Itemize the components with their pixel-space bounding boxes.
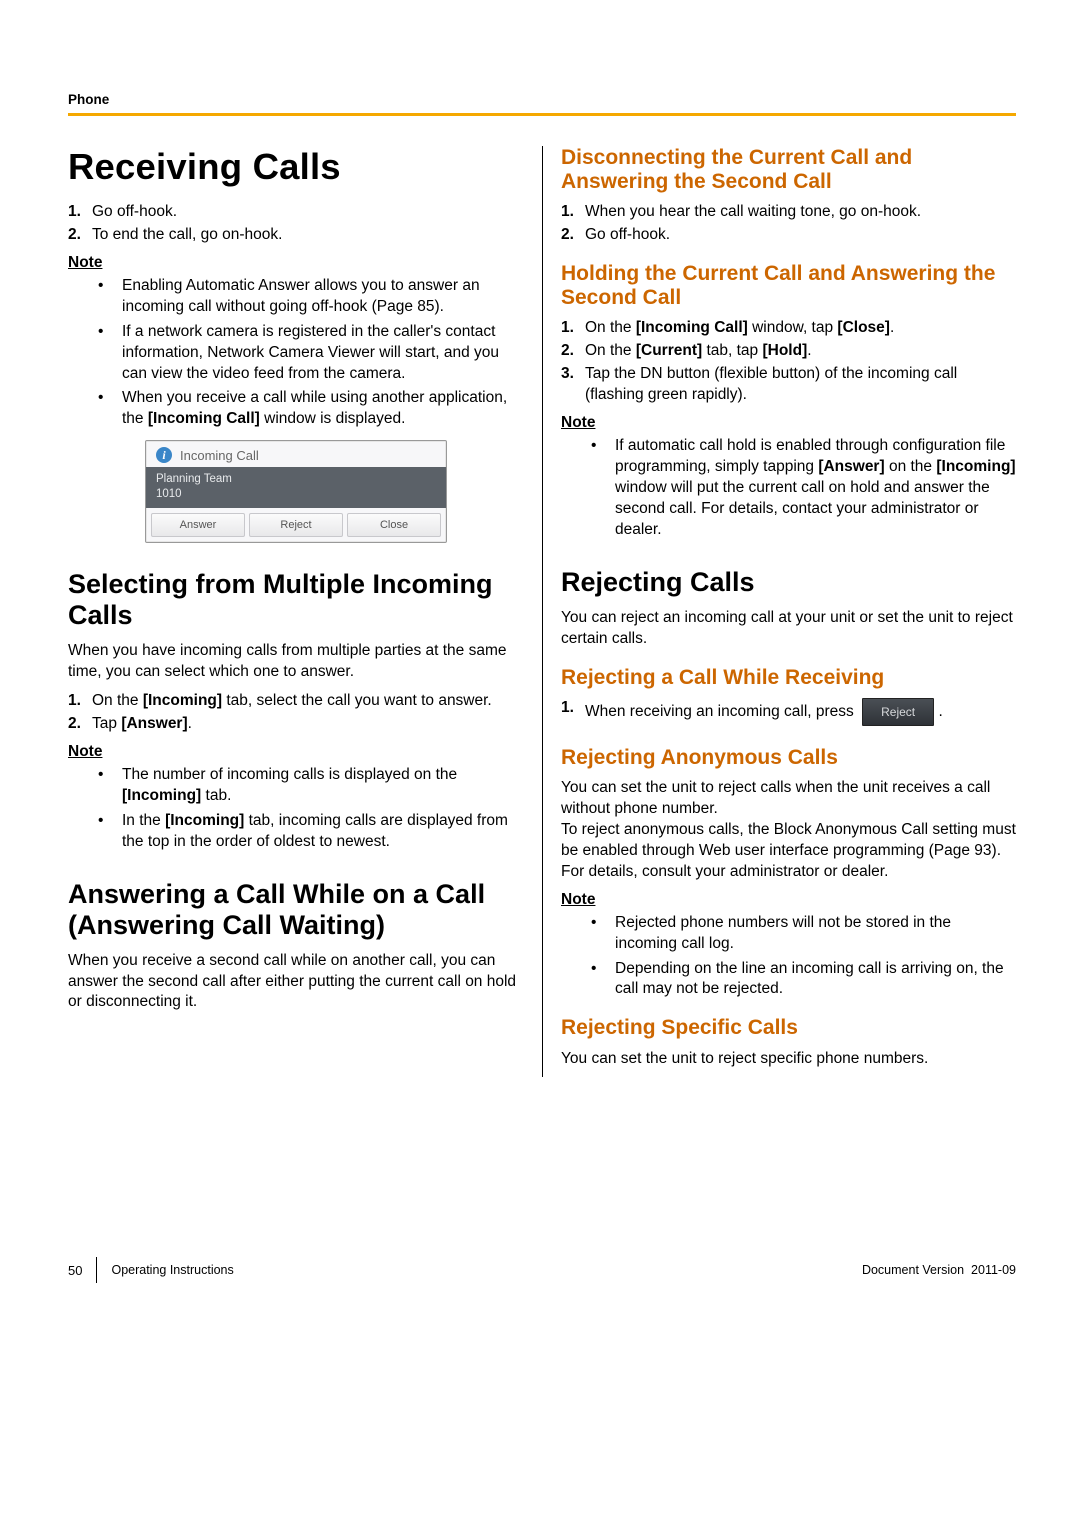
list-item: •If automatic call hold is enabled throu…	[561, 436, 1016, 541]
list-item: •The number of incoming calls is display…	[68, 765, 524, 807]
note-bullets: •Rejected phone numbers will not be stor…	[561, 913, 1016, 1001]
note-heading: Note	[68, 743, 524, 761]
caller-name: Planning Team	[156, 472, 436, 486]
list-item: •In the [Incoming] tab, incoming calls a…	[68, 811, 524, 853]
heading-reject-specific: Rejecting Specific Calls	[561, 1016, 1016, 1040]
popup-titlebar: i Incoming Call	[146, 441, 446, 467]
heading-selecting-multiple: Selecting from Multiple Incoming Calls	[68, 569, 524, 631]
columns: Receiving Calls 1.Go off-hook. 2.To end …	[68, 146, 1016, 1077]
incoming-call-popup: i Incoming Call Planning Team 1010 Answe…	[145, 440, 447, 543]
step: 2.Go off-hook.	[561, 225, 1016, 246]
paragraph: To reject anonymous calls, the Block Ano…	[561, 820, 1016, 883]
step-text-post: .	[938, 703, 942, 720]
info-icon: i	[156, 447, 172, 463]
bullet-text: When you receive a call while using anot…	[122, 389, 507, 427]
note-heading: Note	[68, 254, 524, 272]
heading-call-waiting: Answering a Call While on a Call (Answer…	[68, 879, 524, 941]
step: 2.Tap [Answer].	[68, 714, 524, 735]
divider-rule	[68, 113, 1016, 116]
list-item: •Enabling Automatic Answer allows you to…	[68, 276, 524, 318]
heading-disconnect-answer: Disconnecting the Current Call and Answe…	[561, 146, 1016, 194]
footer-divider	[96, 1257, 97, 1283]
section-label: Phone	[68, 92, 1016, 107]
reject-button-inline[interactable]: Reject	[862, 698, 934, 726]
heading-reject-anonymous: Rejecting Anonymous Calls	[561, 746, 1016, 770]
answer-button[interactable]: Answer	[151, 513, 245, 537]
note-heading: Note	[561, 414, 1016, 432]
page: Phone Receiving Calls 1.Go off-hook. 2.T…	[0, 0, 1080, 1331]
step: 2.On the [Current] tab, tap [Hold].	[561, 341, 1016, 362]
right-column: Disconnecting the Current Call and Answe…	[542, 146, 1016, 1077]
footer-right: Document Version 2011-09	[862, 1263, 1016, 1277]
list-item: • When you receive a call while using an…	[68, 388, 524, 430]
list-item: •If a network camera is registered in th…	[68, 322, 524, 385]
paragraph: You can reject an incoming call at your …	[561, 608, 1016, 650]
step-text: When receiving an incoming call, press	[585, 703, 854, 720]
page-title: Receiving Calls	[68, 146, 524, 188]
doc-version-label: Document Version	[862, 1263, 964, 1277]
paragraph: You can set the unit to reject specific …	[561, 1049, 1016, 1070]
popup-title-text: Incoming Call	[180, 448, 259, 463]
step: 1.When you hear the call waiting tone, g…	[561, 202, 1016, 223]
left-column: Receiving Calls 1.Go off-hook. 2.To end …	[68, 146, 542, 1077]
note-bullets: •If automatic call hold is enabled throu…	[561, 436, 1016, 541]
note-bullets: •The number of incoming calls is display…	[68, 765, 524, 853]
step: 1.Go off-hook.	[68, 202, 524, 223]
paragraph: When you receive a second call while on …	[68, 951, 524, 1014]
heading-rejecting-calls: Rejecting Calls	[561, 567, 1016, 598]
step: 1.On the [Incoming] tab, select the call…	[68, 691, 524, 712]
heading-reject-while-receiving: Rejecting a Call While Receiving	[561, 666, 1016, 690]
footer-doc-title: Operating Instructions	[111, 1263, 233, 1277]
close-button[interactable]: Close	[347, 513, 441, 537]
steps-hold: 1.On the [Incoming Call] window, tap [Cl…	[561, 318, 1016, 406]
popup-caller: Planning Team 1010	[146, 467, 446, 508]
footer: 50 Operating Instructions Document Versi…	[68, 1257, 1016, 1283]
doc-version-value: 2011-09	[971, 1263, 1016, 1277]
steps-select-multiple: 1.On the [Incoming] tab, select the call…	[68, 691, 524, 735]
reject-button[interactable]: Reject	[249, 513, 343, 537]
step: 2.To end the call, go on-hook.	[68, 225, 524, 246]
step: 1. When receiving an incoming call, pres…	[561, 698, 1016, 726]
list-item: •Rejected phone numbers will not be stor…	[561, 913, 1016, 955]
paragraph: When you have incoming calls from multip…	[68, 641, 524, 683]
step: 1.On the [Incoming Call] window, tap [Cl…	[561, 318, 1016, 339]
step: 3.Tap the DN button (flexible button) of…	[561, 364, 1016, 406]
footer-left: 50 Operating Instructions	[68, 1257, 234, 1283]
page-number: 50	[68, 1263, 82, 1278]
popup-buttons: Answer Reject Close	[146, 508, 446, 542]
incoming-call-popup-figure: i Incoming Call Planning Team 1010 Answe…	[68, 440, 524, 543]
note-bullets: •Enabling Automatic Answer allows you to…	[68, 276, 524, 430]
caller-number: 1010	[156, 487, 436, 501]
steps-disconnect: 1.When you hear the call waiting tone, g…	[561, 202, 1016, 246]
note-heading: Note	[561, 891, 1016, 909]
heading-hold-answer: Holding the Current Call and Answering t…	[561, 262, 1016, 310]
paragraph: You can set the unit to reject calls whe…	[561, 778, 1016, 820]
list-item: •Depending on the line an incoming call …	[561, 959, 1016, 1001]
steps-receive: 1.Go off-hook. 2.To end the call, go on-…	[68, 202, 524, 246]
